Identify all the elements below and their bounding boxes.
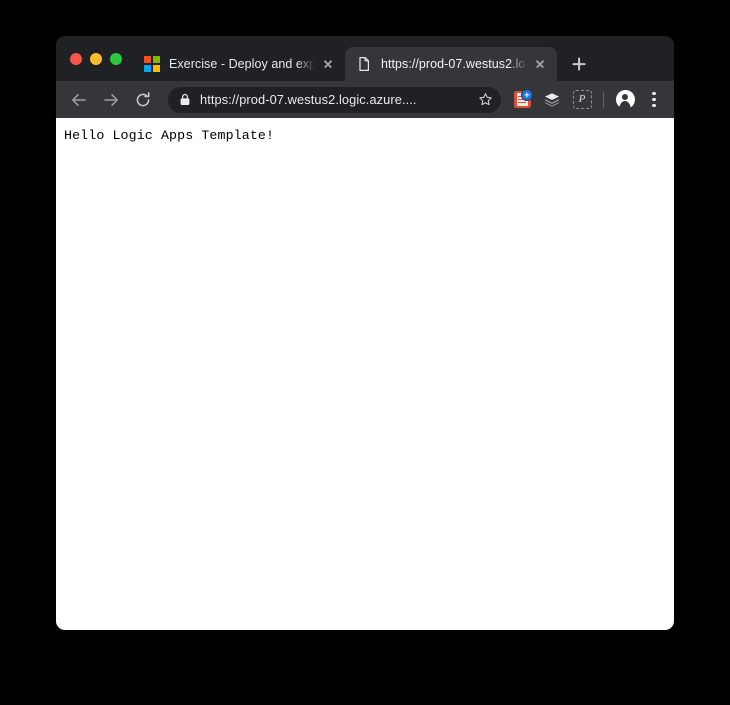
note-extension-icon	[513, 89, 533, 108]
avatar-icon	[615, 90, 635, 109]
browser-window: Exercise - Deploy and export https://pro…	[56, 36, 674, 630]
close-tab-icon[interactable]	[529, 53, 551, 75]
window-controls	[56, 36, 133, 81]
tab-list: Exercise - Deploy and export https://pro…	[133, 36, 674, 81]
pocket-extension-icon: P	[572, 90, 592, 109]
note-extension-button[interactable]	[509, 87, 535, 113]
arrow-right-icon	[104, 93, 118, 106]
layers-icon	[544, 92, 560, 106]
new-tab-button[interactable]	[565, 50, 593, 78]
reload-icon	[136, 91, 150, 106]
chrome-menu-button[interactable]	[642, 87, 666, 113]
pocket-extension-label: P	[578, 93, 586, 105]
back-button[interactable]	[66, 87, 92, 113]
tab-title: Exercise - Deploy and export	[169, 57, 315, 71]
extension-icons: P	[507, 87, 666, 113]
browser-tab-logic-app[interactable]: https://prod-07.westus2.logic	[345, 47, 557, 81]
reload-button[interactable]	[130, 87, 156, 113]
menu-dot	[652, 104, 656, 108]
tab-title: https://prod-07.westus2.logic	[381, 57, 527, 71]
toolbar-divider	[603, 91, 604, 108]
window-close-button[interactable]	[70, 52, 82, 65]
microsoft-logo-icon	[144, 56, 160, 72]
menu-dot	[652, 97, 656, 102]
window-maximize-button[interactable]	[110, 52, 122, 65]
menu-dot	[652, 91, 656, 95]
close-tab-icon[interactable]	[317, 53, 339, 75]
layers-extension-button[interactable]	[539, 87, 565, 113]
bookmark-star-icon[interactable]	[473, 88, 497, 112]
arrow-left-icon	[72, 93, 86, 106]
generic-page-icon	[356, 56, 372, 72]
address-bar[interactable]: https://prod-07.westus2.logic.azure....	[168, 86, 501, 113]
tab-strip: Exercise - Deploy and export https://pro…	[56, 36, 674, 81]
lock-icon	[179, 93, 191, 106]
window-minimize-button[interactable]	[90, 52, 102, 65]
browser-tab-exercise[interactable]: Exercise - Deploy and export	[133, 47, 345, 81]
browser-toolbar: https://prod-07.westus2.logic.azure....	[56, 81, 674, 118]
profile-button[interactable]	[612, 87, 638, 113]
forward-button[interactable]	[98, 87, 124, 113]
url-text[interactable]: https://prod-07.westus2.logic.azure....	[200, 92, 471, 107]
page-viewport: Hello Logic Apps Template!	[56, 118, 674, 630]
pocket-extension-button[interactable]: P	[569, 87, 595, 113]
page-body-text: Hello Logic Apps Template!	[64, 128, 275, 143]
